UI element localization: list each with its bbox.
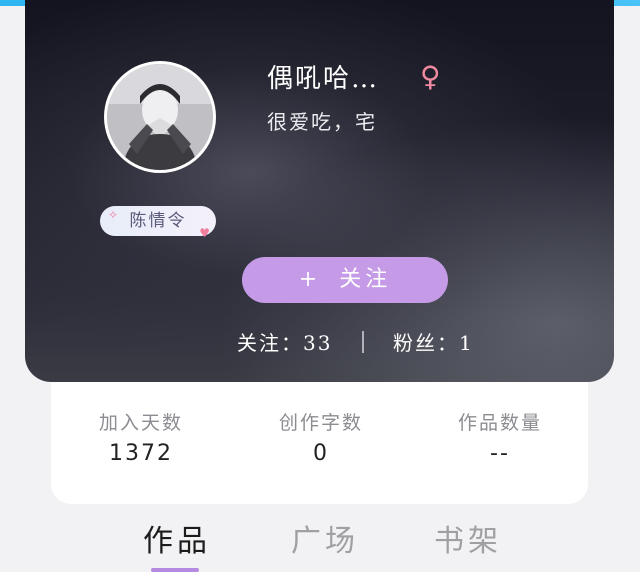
active-tab-indicator	[151, 568, 199, 572]
profile-tag[interactable]: ✧ 陈情令 ♥	[100, 206, 216, 240]
plus-icon: +	[298, 267, 322, 292]
tab-plaza[interactable]: 广场	[291, 516, 359, 560]
stats-card: 加入天数 1372 创作字数 0 作品数量 --	[51, 382, 588, 504]
tab-works[interactable]: 作品	[143, 516, 211, 560]
nickname: 偶吼哈…	[267, 64, 380, 94]
sparkle-icon: ✧	[108, 208, 121, 222]
stat-label: 作品数量	[457, 412, 542, 434]
female-gender-icon: ♀	[420, 60, 441, 93]
divider	[362, 331, 364, 353]
follow-button-label: 关注	[339, 267, 392, 292]
stat-works-count: 作品数量 --	[420, 408, 580, 466]
follow-button[interactable]: + 关注	[242, 257, 448, 303]
tab-bookshelf[interactable]: 书架	[434, 516, 502, 560]
stat-value: 1372	[109, 441, 173, 466]
profile-header: 偶吼哈… ♀ 很爱吃，宅 ✧ 陈情令 ♥ + 关注 关注：33 粉丝：1	[25, 0, 614, 382]
fans-count[interactable]: 粉丝：1	[393, 327, 474, 356]
stat-label: 创作字数	[278, 412, 363, 434]
stat-label: 加入天数	[98, 412, 183, 434]
bio: 很爱吃，宅	[267, 110, 377, 134]
stat-value: 0	[313, 441, 329, 466]
following-count[interactable]: 关注：33	[237, 327, 332, 356]
avatar[interactable]	[104, 61, 216, 173]
avatar-photo	[107, 64, 213, 170]
stat-value: --	[490, 441, 510, 466]
heart-icon: ♥	[199, 226, 212, 240]
content-tabs: 作品 广场 书架	[0, 512, 640, 572]
stat-join-days: 加入天数 1372	[61, 408, 221, 466]
stat-word-count: 创作字数 0	[241, 408, 401, 466]
profile-tag-label: 陈情令	[129, 211, 187, 231]
